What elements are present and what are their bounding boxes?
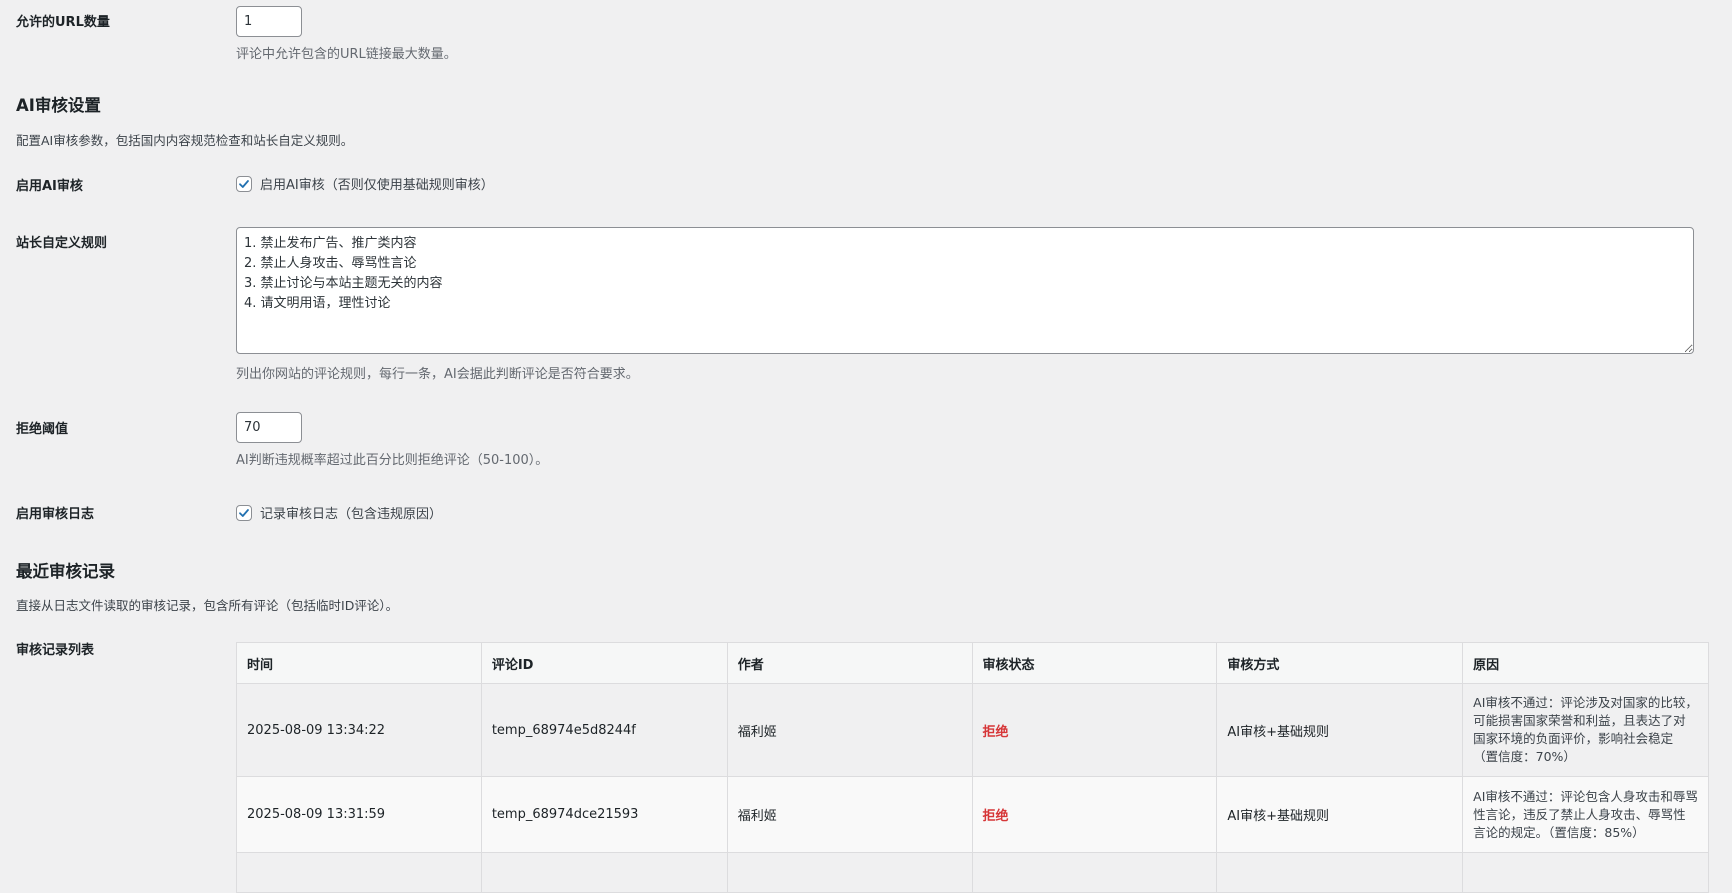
url-count-label: 允许的URL数量 (16, 15, 110, 30)
record-comment-id: temp_68974e5d8244f (480, 683, 728, 777)
threshold-input[interactable] (236, 412, 302, 443)
custom-rules-textarea[interactable] (236, 227, 1694, 354)
column-header-method: 审核方式 (1216, 642, 1464, 684)
checkmark-icon (239, 179, 249, 188)
records-table: 时间 评论ID 作者 审核状态 审核方式 原因 2025-08-09 13:34… (236, 642, 1709, 893)
url-count-description: 评论中允许包含的URL链接最大数量。 (236, 47, 457, 62)
record-status: 拒绝 (971, 683, 1218, 777)
enable-log-label: 启用审核日志 (16, 507, 95, 522)
column-header-reason: 原因 (1462, 642, 1709, 684)
enable-log-checkbox[interactable] (236, 504, 252, 521)
record-time: 2025-08-09 13:31:59 (236, 776, 482, 853)
record-reason: AI审核不通过：评论包含人身攻击和辱骂性言论，违反了禁止人身攻击、辱骂性言论的规… (1462, 776, 1709, 853)
record-method: AI审核+基础规则 (1216, 776, 1464, 853)
record-author: 福利姬 (726, 776, 973, 853)
enable-log-checkbox-label: 记录审核日志（包含违规原因） (260, 507, 443, 522)
column-header-author: 作者 (726, 642, 973, 684)
enable-ai-checkbox-label: 启用AI审核（否则仅使用基础规则审核） (260, 178, 494, 193)
threshold-label: 拒绝阈值 (16, 422, 69, 437)
ai-section-description: 配置AI审核参数，包括国内内容规范检查和站长自定义规则。 (16, 133, 354, 148)
enable-ai-option[interactable]: 启用AI审核（否则仅使用基础规则审核） (236, 174, 494, 193)
record-reason: AI审核不通过：评论涉及对国家的比较，可能损害国家荣誉和利益，且表达了对国家环境… (1462, 683, 1709, 777)
column-header-time: 时间 (236, 642, 482, 684)
column-header-comment-id: 评论ID (480, 642, 728, 684)
url-count-input[interactable] (236, 6, 302, 37)
custom-rules-label: 站长自定义规则 (16, 236, 108, 251)
record-status: 拒绝 (971, 776, 1218, 853)
records-list-label: 审核记录列表 (16, 643, 95, 658)
custom-rules-description: 列出你网站的评论规则，每行一条，AI会据此判断评论是否符合要求。 (236, 367, 639, 382)
enable-ai-checkbox[interactable] (236, 175, 252, 192)
enable-ai-label: 启用AI审核 (16, 179, 83, 194)
ai-section-title: AI审核设置 (16, 96, 101, 115)
checkmark-icon (239, 508, 249, 517)
record-author: 福利姬 (726, 683, 973, 777)
table-row-partial (236, 852, 1709, 893)
record-method: AI审核+基础规则 (1216, 683, 1464, 777)
threshold-description: AI判断违规概率超过此百分比则拒绝评论（50-100）。 (236, 453, 549, 468)
records-section-description: 直接从日志文件读取的审核记录，包含所有评论（包括临时ID评论）。 (16, 598, 399, 613)
record-comment-id: temp_68974dce21593 (480, 776, 728, 853)
records-section-title: 最近审核记录 (16, 562, 115, 581)
column-header-status: 审核状态 (971, 642, 1218, 684)
table-row: 2025-08-09 13:34:22 temp_68974e5d8244f 福… (236, 683, 1709, 777)
table-row: 2025-08-09 13:31:59 temp_68974dce21593 福… (236, 776, 1709, 853)
record-time: 2025-08-09 13:34:22 (236, 683, 482, 777)
table-header-row: 时间 评论ID 作者 审核状态 审核方式 原因 (236, 642, 1709, 684)
enable-log-option[interactable]: 记录审核日志（包含违规原因） (236, 503, 442, 522)
